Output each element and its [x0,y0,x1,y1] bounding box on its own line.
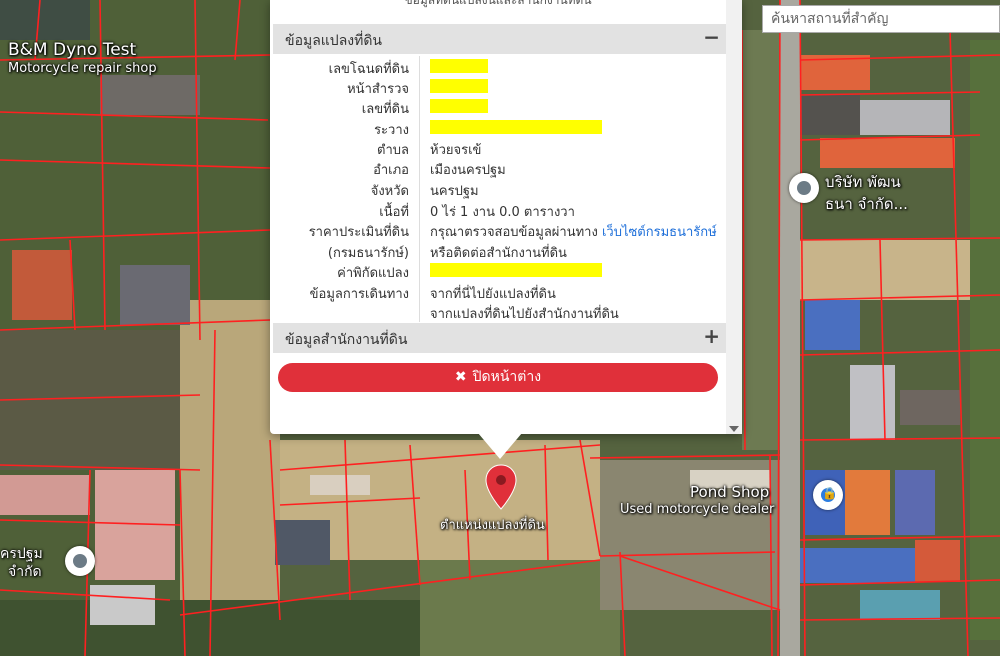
popup-pointer [478,433,522,459]
place-marker-icon[interactable] [65,546,95,576]
search-input[interactable] [762,5,1000,33]
row-survey-page: หน้าสำรวจ [273,76,726,97]
value-appraisal: กรุณาตรวจสอบข้อมูลผ่านทาง เว็บไซต์กรมธนา… [430,221,717,242]
company-marker-icon[interactable] [789,173,819,203]
redacted-deed-no [430,59,488,73]
place-name-pond-shop[interactable]: Pond Shop [690,483,769,501]
place-name-company-line1[interactable]: บริษัท พัฒน [825,170,901,194]
appraisal-text: กรุณาตรวจสอบข้อมูลผ่านทาง [430,225,598,240]
row-parcel-no: เลขที่ดิน [273,96,726,117]
section-land-office-title: ข้อมูลสำนักงานที่ดิน [285,332,408,348]
map-roof [915,540,960,582]
map-roof [860,590,940,620]
place-type-pond-shop: Used motorcycle dealer [620,502,775,517]
label-appraisal: ราคาประเมินที่ดิน [308,225,409,240]
value-district: เมืองนครปฐม [430,163,506,178]
section-parcel-info-header[interactable]: ข้อมูลแปลงที่ดิน − [273,24,726,54]
map-roof [120,265,190,325]
map-field [180,300,280,600]
row-district: อำเภอ เมืองนครปฐม [273,157,726,178]
label-district: อำเภอ [373,163,409,178]
row-subdistrict: ตำบล ห้วยจรเข้ [273,137,726,158]
map-field [970,40,1000,640]
directions-to-office-link[interactable]: จากแปลงที่ดินไปยังสำนักงานที่ดิน [430,303,619,324]
section-parcel-info-title: ข้อมูลแปลงที่ดิน [285,33,383,49]
map-roof [805,300,860,350]
row-travel: ข้อมูลการเดินทาง จากที่นี่ไปยังแปลงที่ดิ… [273,281,726,302]
row-appraisal: ราคาประเมินที่ดิน กรุณาตรวจสอบข้อมูลผ่าน… [273,219,726,242]
redacted-survey-page [430,79,488,93]
place-name-bm-dyno[interactable]: B&M Dyno Test [8,40,136,60]
map-roof [800,548,915,583]
map-roof [900,390,960,425]
place-type-bm-dyno: Motorcycle repair shop [8,61,157,76]
parcel-info-popup: ข้อมูลที่ดินแปลงนี้และสำนักงานที่ดิน ข้อ… [270,0,742,434]
row-deed-no: เลขโฉนดที่ดิน [273,56,726,77]
collapse-icon[interactable]: − [703,25,720,49]
parcel-details-table: เลขโฉนดที่ดิน หน้าสำรวจ เลขที่ดิน ระวาง … [273,56,726,322]
map-field [420,560,620,656]
redacted-coords [430,263,602,277]
popup-title: ข้อมูลที่ดินแปลงนี้และสำนักงานที่ดิน [404,0,592,7]
map-roof [860,100,950,135]
place-name-company-line2: ธนา จำกัด... [825,195,908,213]
row-appraisal-2: (กรมธนารักษ์) หรือติดต่อสำนักงานที่ดิน [273,240,726,261]
map-roof [12,250,72,320]
popup-scrollbar[interactable] [726,0,742,434]
map-roof [895,470,935,535]
scroll-down-arrow-icon[interactable] [729,426,739,432]
map-roof [850,365,895,440]
shopping-bag-icon: 🔒 [822,486,837,500]
treasury-website-link[interactable]: เว็บไซต์กรมธนารักษ์ [602,225,717,240]
map-roof [275,520,330,565]
close-window-label: ปิดหน้าต่าง [472,369,542,385]
row-map-sheet: ระวาง [273,117,726,138]
label-coords: ค่าพิกัดแปลง [337,266,409,281]
map-roof [90,585,155,625]
map-field [0,0,90,40]
section-land-office-header[interactable]: ข้อมูลสำนักงานที่ดิน + [273,323,726,353]
close-icon: ✖ [454,369,467,385]
row-travel-2: จากแปลงที่ดินไปยังสำนักงานที่ดิน [273,301,726,324]
map-roof [0,475,90,515]
map-roof [310,475,370,495]
row-area: เนื้อที่ 0 ไร่ 1 งาน 0.0 ตารางวา [273,199,726,220]
redacted-map-sheet [430,120,602,134]
shop-marker-icon[interactable]: 🔒 [813,480,843,510]
expand-icon[interactable]: + [703,324,720,348]
map-roof [820,138,955,168]
map-roof [800,95,860,135]
row-province: จังหวัด นครปฐม [273,178,726,199]
value-province: นครปฐม [430,184,479,199]
map-field [780,0,800,656]
label-parcel-no: เลขที่ดิน [361,102,409,117]
map-field [800,240,970,300]
location-pin-icon[interactable] [483,463,519,511]
label-province: จังหวัด [370,184,409,199]
place-name-left-line2: จำกัด [8,564,42,580]
map-roof [100,75,200,115]
map-roof [845,470,890,535]
close-window-button[interactable]: ✖ ปิดหน้าต่าง [278,363,718,392]
row-coords: ค่าพิกัดแปลง [273,260,726,281]
map-field [742,30,780,450]
redacted-parcel-no [430,99,488,113]
parcel-location-label: ตำแหน่งแปลงที่ดิน [440,518,545,533]
